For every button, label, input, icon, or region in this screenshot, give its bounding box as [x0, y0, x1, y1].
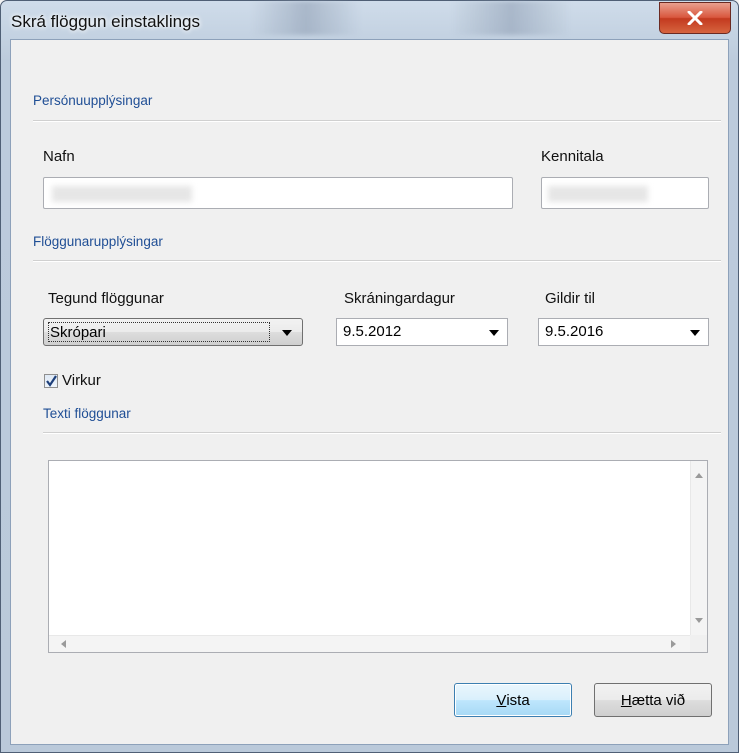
scroll-right-icon[interactable] [671, 640, 676, 648]
save-button[interactable]: Vista [454, 683, 572, 717]
flag-type-label: Tegund flöggunar [48, 290, 164, 307]
title-background-blur [251, 1, 361, 35]
horizontal-scrollbar[interactable] [49, 635, 690, 652]
flag-text-area[interactable] [48, 460, 708, 653]
cancel-button[interactable]: Hætta við [594, 683, 712, 717]
id-number-input[interactable] [541, 177, 709, 209]
title-bar[interactable]: Skrá flöggun einstaklings [1, 1, 738, 39]
active-checkbox-label[interactable]: Virkur [62, 372, 101, 389]
scroll-up-icon[interactable] [695, 473, 703, 478]
checkmark-icon [46, 375, 57, 387]
scroll-down-icon[interactable] [695, 618, 703, 623]
flag-type-select[interactable]: Skrópari [43, 318, 303, 346]
section-divider [43, 432, 721, 434]
name-input[interactable] [43, 177, 513, 209]
registration-date-picker[interactable]: 9.5.2012 [336, 318, 508, 346]
dialog-client-area: Persónuupplýsingar Nafn Kennitala Flöggu… [10, 39, 729, 745]
cancel-button-mnemonic: H [620, 691, 632, 709]
registration-date-value: 9.5.2012 [343, 323, 402, 340]
chevron-down-icon [282, 330, 292, 336]
valid-until-value: 9.5.2016 [545, 323, 604, 340]
title-background-blur [451, 1, 571, 35]
flag-type-value: Skrópari [48, 322, 270, 342]
chevron-down-icon [690, 330, 700, 336]
close-button[interactable] [659, 2, 731, 34]
section-title-flag-text: Texti flöggunar [43, 406, 131, 421]
cancel-button-label: ætta við [631, 691, 686, 709]
section-title-personal: Persónuupplýsingar [33, 93, 153, 108]
dialog-window: Skrá flöggun einstaklings Persónuupplýsi… [0, 0, 739, 753]
chevron-down-icon [489, 330, 499, 336]
scroll-left-icon[interactable] [61, 640, 66, 648]
section-title-flag: Flöggunarupplýsingar [33, 234, 163, 249]
window-title: Skrá flöggun einstaklings [11, 12, 201, 31]
id-number-label: Kennitala [541, 148, 604, 165]
vertical-scrollbar[interactable] [690, 461, 707, 635]
scrollbar-corner [690, 635, 707, 652]
valid-until-label: Gildir til [545, 290, 596, 307]
close-icon [687, 11, 703, 25]
section-divider [33, 120, 721, 122]
active-checkbox[interactable] [44, 374, 58, 388]
section-divider [33, 260, 721, 262]
save-button-mnemonic: V [496, 691, 507, 709]
redacted-name [52, 186, 192, 202]
save-button-label: ista [506, 691, 530, 709]
valid-until-date-picker[interactable]: 9.5.2016 [538, 318, 709, 346]
name-label: Nafn [43, 148, 75, 165]
redacted-id-number [548, 186, 648, 202]
registration-date-label: Skráningardagur [344, 290, 455, 307]
